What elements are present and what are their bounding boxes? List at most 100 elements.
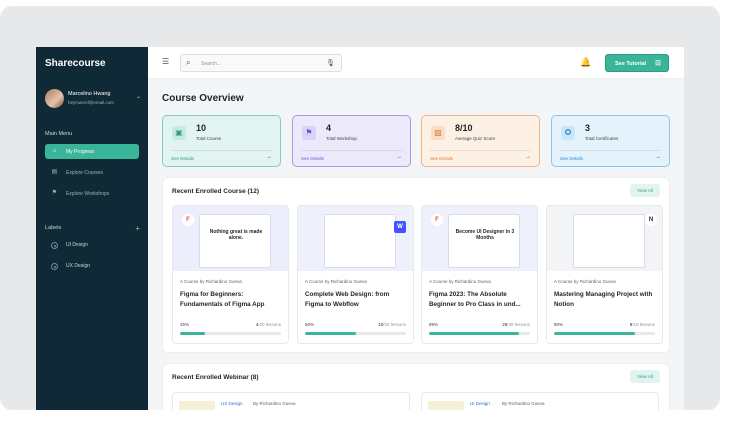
webinar-thumbnail (428, 401, 464, 410)
course-lessons: 4/20 lessons (256, 322, 281, 327)
stat-icon: ▣ (172, 126, 186, 140)
lessons-total: /20 lessons (258, 322, 281, 327)
arrow-right-icon[interactable]: → (266, 154, 272, 160)
progress-fill (554, 332, 635, 335)
stat-caption: Total Workshop (326, 136, 357, 141)
stat-icon: ✪ (561, 126, 575, 140)
avatar (45, 89, 64, 108)
stat-icon: ▨ (431, 126, 445, 140)
sidebar-item-label: Explore Courses (66, 170, 103, 176)
label-item-ui-design[interactable]: UI Design (45, 240, 139, 252)
course-title[interactable]: Mastering Managing Project with Notion (554, 290, 658, 310)
stat-caption: Total Course (196, 136, 222, 141)
course-title[interactable]: Complete Web Design: from Figma to Webfl… (305, 290, 409, 310)
course-title[interactable]: Figma for Beginners: Fundamentals of Fig… (180, 290, 284, 310)
course-title[interactable]: Figma 2023: The Absolute Beginner to Pro… (429, 290, 533, 310)
course-card[interactable]: W A Course by Richardino Gueva Complete We… (297, 205, 414, 344)
stat-value: 4 (326, 123, 332, 133)
brand-logo[interactable]: Sharecourse (45, 58, 106, 69)
view-all-courses-button[interactable]: View All (630, 184, 660, 197)
course-card[interactable]: Nothing great is made alone. F A Course by… (172, 205, 289, 344)
search-input[interactable]: ⌕ Search... 🎙 (180, 54, 342, 72)
webflow-logo-icon: W (394, 221, 406, 233)
thumbnail-mockup: Nothing great is made alone. (199, 214, 271, 268)
main-content: Course Overview ▣ 10 Total Course See Detai… (148, 79, 684, 410)
recent-webinars-panel: Recent Enrolled Webinar (8) View All UX … (162, 363, 670, 410)
user-profile[interactable]: Marcelino Hwang heymarcel@email.com ⌄ (45, 89, 141, 111)
lessons-total: /30 lessons (507, 322, 530, 327)
course-lessons: 10/20 lessons (378, 322, 406, 327)
view-all-webinars-button[interactable]: View All (630, 370, 660, 383)
course-author: A Course by Richardino Gueva (180, 279, 242, 284)
search-placeholder: Search... (201, 61, 222, 67)
microphone-icon[interactable]: 🎙 (326, 59, 335, 67)
sidebar-item-my-progress[interactable]: ⌂ My Progress (45, 144, 139, 159)
sidebar-item-explore-workshops[interactable]: ⚑ Explore Workshops (45, 186, 139, 201)
figma-logo-icon: F (431, 214, 443, 226)
see-details-link[interactable]: See Details (430, 156, 453, 161)
arrow-right-icon[interactable]: → (655, 154, 661, 160)
see-details-link[interactable]: See Details (171, 156, 194, 161)
course-author: A Course by Richardino Gueva (554, 279, 616, 284)
main-menu-title: Main Menu (45, 131, 73, 137)
book-icon: ▤ (51, 169, 58, 175)
divider (171, 150, 272, 151)
progress-bar (305, 332, 406, 335)
search-icon: ⌕ (186, 58, 191, 67)
see-details-link[interactable]: See Details (560, 156, 583, 161)
divider (301, 150, 402, 151)
lessons-total: /20 lessons (383, 322, 406, 327)
label-item-label: UX Design (66, 263, 90, 269)
course-percent: 25% (180, 322, 190, 327)
webinar-card[interactable]: UI Design By Richardino Gueva (421, 392, 659, 410)
course-thumbnail: W (298, 206, 413, 271)
stat-card[interactable]: ✪ 3 Total Certificates See Details → (551, 115, 670, 167)
thumbnail-text: Nothing great is made alone. (209, 229, 263, 241)
sidebar-item-explore-courses[interactable]: ▤ Explore Courses (45, 165, 139, 180)
hamburger-menu-icon[interactable]: ☰ (162, 58, 171, 66)
arrow-right-icon[interactable]: → (396, 154, 402, 160)
webinar-thumbnail (179, 401, 215, 410)
radio-dot-icon (51, 242, 58, 249)
bell-icon[interactable]: 🔔 (580, 57, 591, 68)
webinar-tag[interactable]: UI Design (470, 401, 490, 406)
stat-card[interactable]: ▨ 8/10 Average Quiz Score See Details → (421, 115, 540, 167)
stat-card[interactable]: ⚑ 4 Total Workshop See Details → (292, 115, 411, 167)
label-item-ux-design[interactable]: UX Design (45, 261, 139, 273)
flag-icon: ⚑ (51, 190, 58, 196)
thumbnail-text: Become UI Designer in 3 Months (455, 229, 515, 241)
progress-fill (429, 332, 519, 335)
divider (560, 150, 661, 151)
stat-icon: ⚑ (302, 126, 316, 140)
stat-card[interactable]: ▣ 10 Total Course See Details → (162, 115, 281, 167)
thumbnail-mockup: Become UI Designer in 3 Months (448, 214, 520, 268)
course-author: A Course by Richardino Gueva (429, 279, 491, 284)
sidebar: Sharecourse Marcelino Hwang heymarcel@em… (36, 47, 148, 410)
see-tutorial-button[interactable]: See Tutorial ⊡ (605, 54, 669, 72)
course-thumbnail: Nothing great is made alone. F (173, 206, 288, 271)
stat-caption: Total Certificates (585, 136, 619, 141)
play-icon: ⊡ (655, 60, 661, 67)
recent-courses-panel: Recent Enrolled Course (12) View All Not… (162, 177, 670, 353)
arrow-right-icon[interactable]: → (525, 154, 531, 160)
see-details-link[interactable]: See Details (301, 156, 324, 161)
course-thumbnail: Become UI Designer in 3 Months F (422, 206, 537, 271)
user-email: heymarcel@email.com (68, 100, 114, 105)
course-card[interactable]: N A Course by Richardino Gueva Mastering M… (546, 205, 663, 344)
app-window: Sharecourse Marcelino Hwang heymarcel@em… (36, 47, 684, 410)
chevron-down-icon[interactable]: ⌄ (136, 93, 141, 100)
progress-bar (429, 332, 530, 335)
webinar-card[interactable]: UX Design By Richardino Gueva (172, 392, 410, 410)
webinar-author: By Richardino Gueva (502, 401, 545, 406)
webinar-tag[interactable]: UX Design (221, 401, 243, 406)
sidebar-item-label: My Progress (66, 149, 95, 155)
course-thumbnail: N (547, 206, 662, 271)
top-bar: ☰ ⌕ Search... 🎙 🔔 See Tutorial ⊡ (148, 47, 684, 79)
course-percent: 80% (554, 322, 564, 327)
radio-dot-icon (51, 263, 58, 270)
progress-bar (180, 332, 281, 335)
course-card[interactable]: Become UI Designer in 3 Months F A Course … (421, 205, 538, 344)
add-label-icon[interactable]: + (135, 224, 140, 233)
course-author: A Course by Richardino Gueva (305, 279, 367, 284)
figma-logo-icon: F (182, 214, 194, 226)
